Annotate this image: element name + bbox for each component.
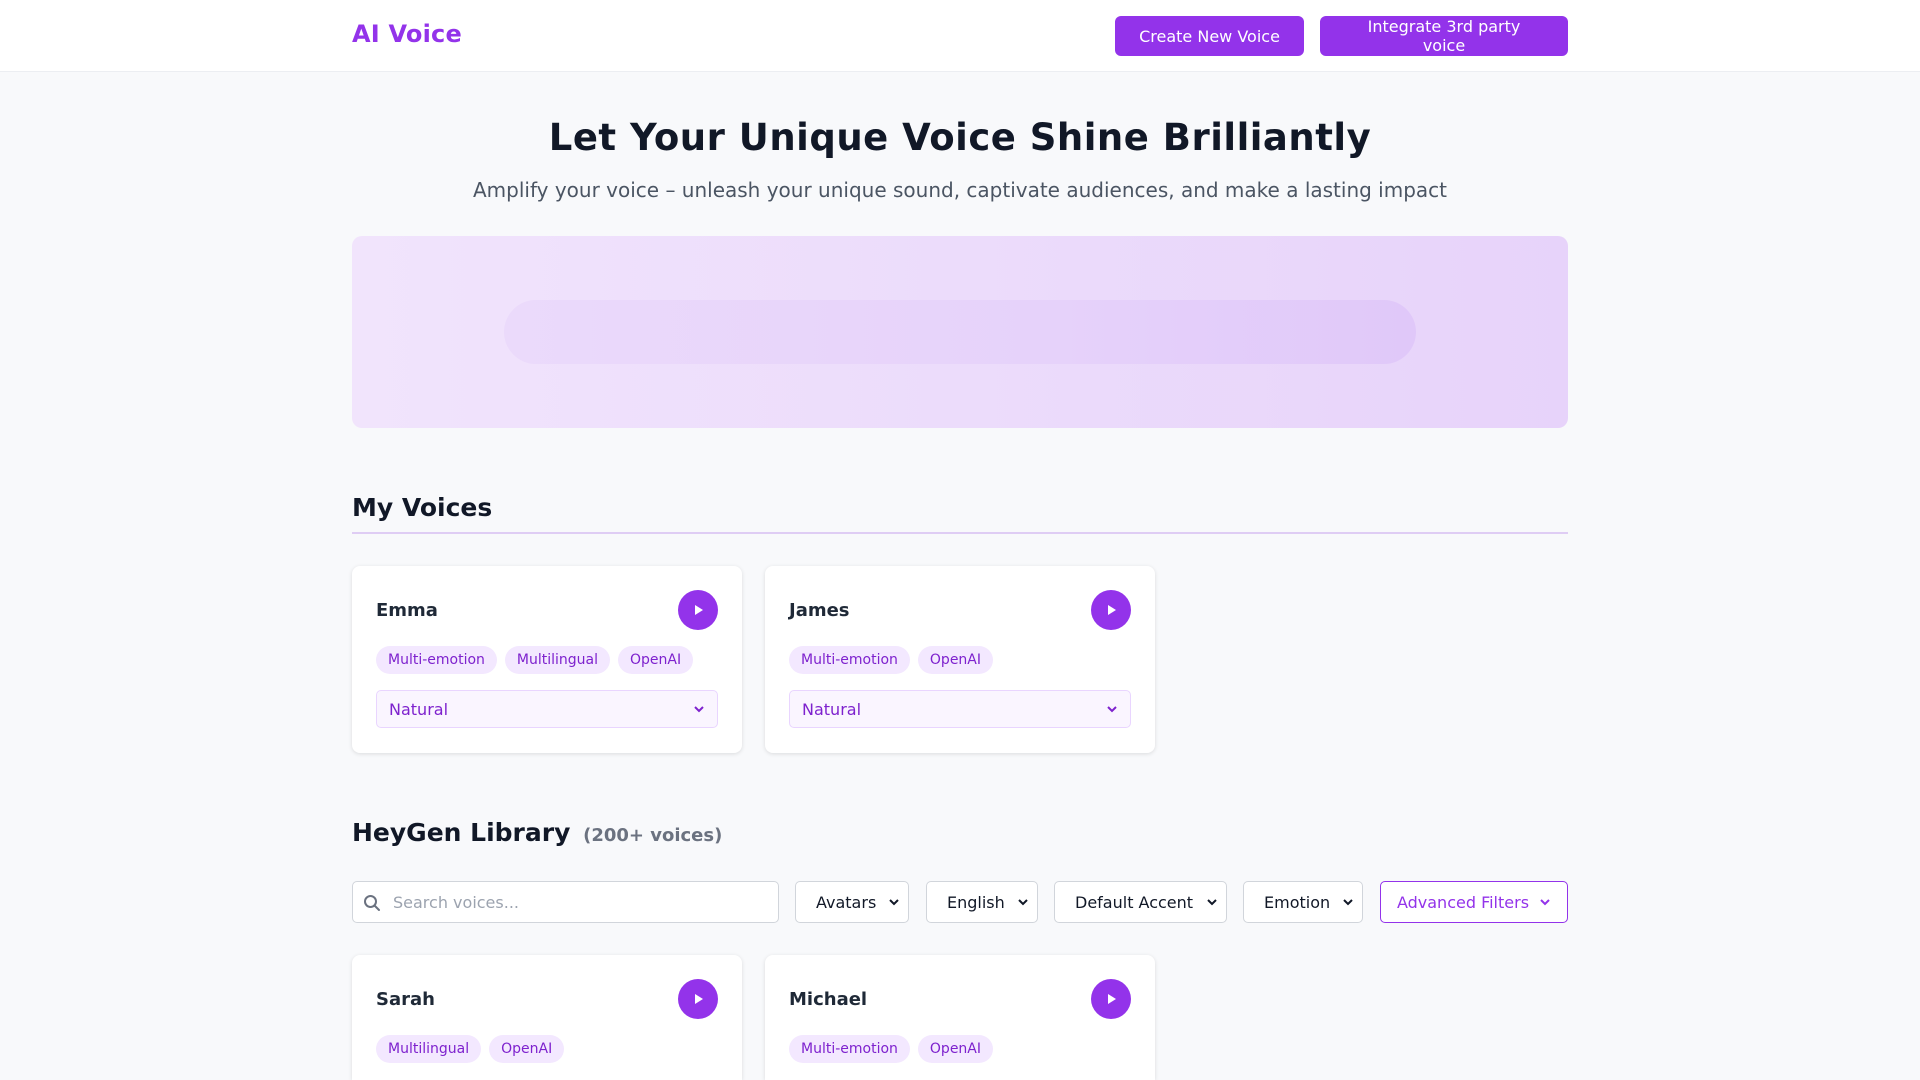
library-title: HeyGen Library (200+ voices) — [352, 818, 722, 847]
chevron-down-icon — [1018, 899, 1028, 906]
my-voices-title: My Voices — [352, 493, 493, 522]
emotion-filter-select[interactable]: Emotion — [1243, 881, 1363, 923]
play-button[interactable] — [678, 590, 718, 630]
voice-card-james: James Multi-emotion OpenAI Natural — [765, 566, 1155, 753]
voice-name: Sarah — [376, 989, 435, 1010]
section-divider — [352, 532, 1568, 534]
tag-list: Multi-emotion OpenAI — [789, 1035, 994, 1063]
chevron-down-icon — [889, 899, 899, 906]
play-icon — [695, 994, 703, 1004]
tag-badge: OpenAI — [489, 1035, 565, 1063]
voice-name: Emma — [376, 600, 438, 621]
advanced-filters-button[interactable]: Advanced Filters — [1380, 881, 1568, 923]
library-title-text: HeyGen Library — [352, 818, 571, 847]
play-button[interactable] — [1091, 590, 1131, 630]
tag-badge: Multilingual — [376, 1035, 482, 1063]
language-filter-select[interactable]: English — [926, 881, 1038, 923]
chevron-down-icon — [1540, 899, 1550, 906]
tag-badge: OpenAI — [618, 646, 694, 674]
top-bar: AI Voice Create New Voice Integrate 3rd … — [0, 0, 1920, 72]
language-filter-value: English — [947, 892, 1005, 912]
voice-style-select[interactable]: Natural — [789, 690, 1131, 728]
tag-list: Multilingual OpenAI — [376, 1035, 565, 1063]
play-button[interactable] — [1091, 979, 1131, 1019]
chevron-down-icon — [1107, 706, 1117, 713]
advanced-filters-label: Advanced Filters — [1396, 892, 1530, 912]
voice-style-value: Natural — [802, 699, 862, 719]
integrate-third-party-voice-button[interactable]: Integrate 3rd party voice — [1320, 16, 1568, 56]
play-icon — [1108, 605, 1116, 615]
tag-badge: Multilingual — [504, 646, 611, 674]
hero-title: Let Your Unique Voice Shine Brilliantly — [548, 116, 1372, 159]
voice-style-value: Natural — [389, 699, 449, 719]
app-logo[interactable]: AI Voice — [352, 20, 462, 48]
tag-list: Multi-emotion OpenAI — [789, 646, 994, 674]
tag-badge: OpenAI — [917, 1035, 994, 1063]
voice-name: James — [789, 600, 850, 621]
tag-badge: Multi-emotion — [789, 646, 910, 674]
voice-card-emma: Emma Multi-emotion Multilingual OpenAI N… — [352, 566, 742, 753]
tag-badge: Multi-emotion — [376, 646, 497, 674]
library-voice-count: (200+ voices) — [583, 825, 723, 846]
banner-placeholder-pill — [504, 300, 1416, 364]
play-icon — [1108, 994, 1116, 1004]
play-icon — [695, 605, 703, 615]
chevron-down-icon — [1207, 899, 1217, 906]
voice-style-select[interactable]: Natural — [376, 690, 718, 728]
search-input[interactable] — [393, 882, 773, 922]
accent-filter-value: Default Accent — [1075, 892, 1194, 912]
hero-subtitle: Amplify your voice – unleash your unique… — [472, 178, 1448, 202]
chevron-down-icon — [1343, 899, 1353, 906]
search-box — [352, 881, 779, 923]
create-new-voice-button[interactable]: Create New Voice — [1115, 16, 1304, 56]
voice-name: Michael — [789, 989, 868, 1010]
library-card-michael: Michael Multi-emotion OpenAI — [765, 955, 1155, 1080]
accent-filter-select[interactable]: Default Accent — [1054, 881, 1227, 923]
library-card-sarah: Sarah Multilingual OpenAI — [352, 955, 742, 1080]
hero-banner — [352, 236, 1568, 428]
chevron-down-icon — [694, 706, 704, 713]
tag-badge: Multi-emotion — [789, 1035, 910, 1063]
tag-badge: OpenAI — [917, 646, 994, 674]
avatars-filter-select[interactable]: Avatars — [795, 881, 909, 923]
tag-list: Multi-emotion Multilingual OpenAI — [376, 646, 694, 674]
emotion-filter-value: Emotion — [1264, 892, 1331, 912]
search-icon — [364, 895, 380, 911]
play-button[interactable] — [678, 979, 718, 1019]
avatars-filter-value: Avatars — [816, 892, 877, 912]
